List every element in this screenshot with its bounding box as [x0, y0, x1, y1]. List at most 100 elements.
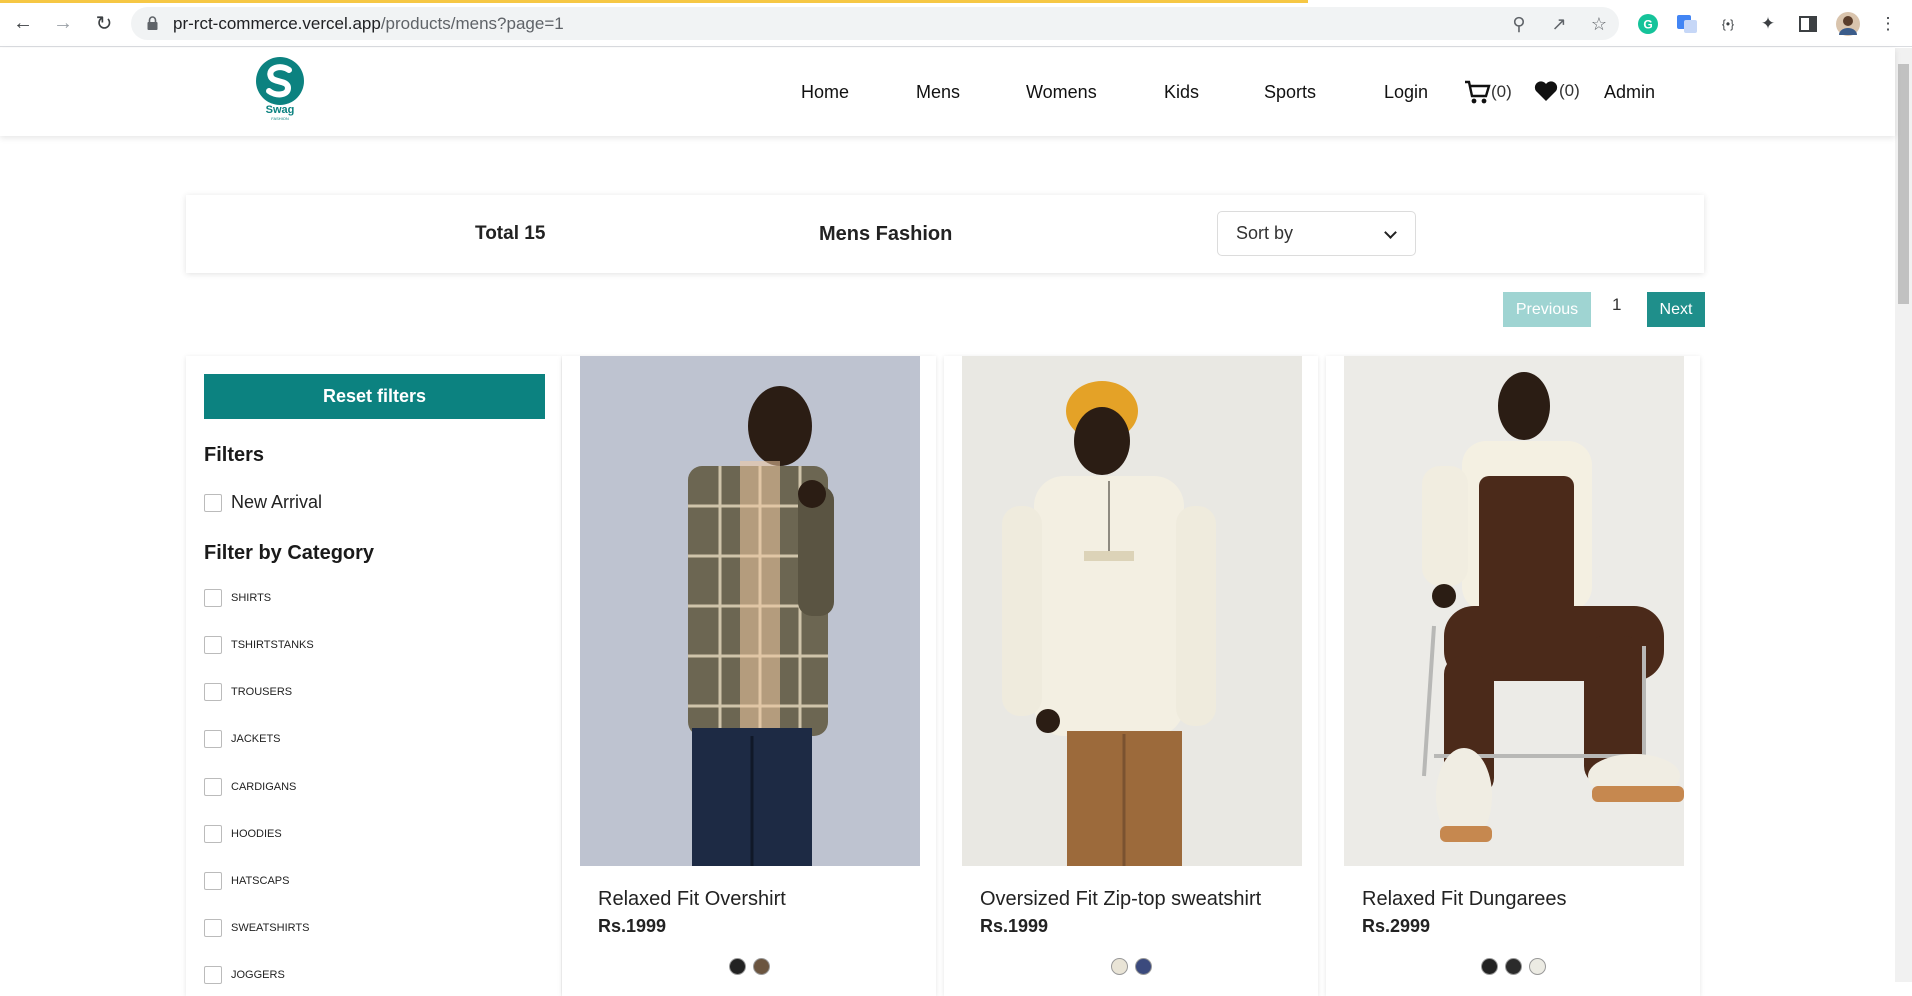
sort-select[interactable]: Sort by: [1217, 211, 1416, 256]
current-page-number: 1: [1612, 295, 1622, 314]
checkbox[interactable]: [204, 872, 222, 890]
browser-toolbar: ← → ↻ pr-rct-commerce.vercel.app/product…: [0, 0, 1912, 47]
address-bar[interactable]: pr-rct-commerce.vercel.app/products/mens…: [131, 7, 1619, 40]
color-swatch[interactable]: [1480, 958, 1498, 975]
color-swatch[interactable]: [1134, 958, 1152, 975]
scrollbar-thumb[interactable]: [1898, 64, 1909, 304]
nav-admin[interactable]: Admin: [1604, 82, 1655, 103]
color-swatch[interactable]: [728, 958, 746, 975]
cart-icon: [1465, 80, 1491, 104]
category-trousers[interactable]: TROUSERS: [204, 683, 292, 701]
bookmark-star-icon[interactable]: ☆: [1589, 14, 1609, 34]
product-price: Rs.1999: [598, 916, 667, 936]
nav-kids[interactable]: Kids: [1164, 82, 1199, 103]
page-title: Mens Fashion: [819, 223, 953, 245]
filters-heading: Filters: [204, 444, 265, 466]
url-path: /products/mens?page=1: [380, 14, 564, 33]
checkbox[interactable]: [204, 919, 222, 937]
checkbox[interactable]: [204, 825, 222, 843]
site-header: Swag FASHION Home Mens Womens Kids Sport…: [0, 48, 1895, 136]
checkbox[interactable]: [204, 730, 222, 748]
product-card[interactable]: Relaxed Fit Dungarees Rs.2999: [1326, 356, 1700, 996]
lock-icon: [147, 16, 158, 30]
category-sweatshirts[interactable]: SWEATSHIRTS: [204, 919, 309, 937]
product-price: Rs.2999: [1362, 916, 1431, 936]
category-hatscaps[interactable]: HATSCAPS: [204, 872, 289, 890]
category-hoodies[interactable]: HOODIES: [204, 825, 282, 843]
loading-bar: [0, 0, 1308, 3]
category-joggers[interactable]: JOGGERS: [204, 966, 285, 984]
sort-label: Sort by: [1236, 223, 1294, 243]
puzzle-extensions-icon[interactable]: ✦: [1756, 12, 1780, 36]
checkbox[interactable]: [204, 683, 222, 701]
category-shirts[interactable]: SHIRTS: [204, 589, 271, 607]
nav-sports[interactable]: Sports: [1264, 82, 1316, 103]
product-card[interactable]: Oversized Fit Zip-top sweatshirt Rs.1999: [944, 356, 1318, 996]
filter-new-arrival[interactable]: New Arrival: [204, 492, 322, 513]
product-image[interactable]: [580, 356, 920, 866]
reload-icon[interactable]: ↻: [91, 10, 117, 36]
category-heading: Filter by Category: [204, 542, 375, 564]
color-swatches: [562, 958, 936, 975]
product-image[interactable]: [962, 356, 1302, 866]
filter-label: New Arrival: [231, 492, 323, 512]
checkbox[interactable]: [204, 493, 222, 512]
category-label: HOODIES: [231, 828, 282, 840]
checkbox[interactable]: [204, 589, 222, 607]
product-image[interactable]: [1344, 356, 1684, 866]
nav-home[interactable]: Home: [801, 82, 849, 103]
main-nav: Home Mens Womens Kids Sports Login (0) (…: [0, 48, 1895, 136]
color-swatches: [1326, 958, 1700, 975]
profile-avatar[interactable]: [1836, 12, 1860, 36]
svg-text:G: G: [1643, 18, 1652, 32]
checkbox[interactable]: [204, 966, 222, 984]
category-label: CARDIGANS: [231, 781, 297, 793]
category-tshirtstanks[interactable]: TSHIRTSTANKS: [204, 636, 314, 654]
previous-page-button[interactable]: Previous: [1503, 292, 1591, 327]
heart-icon: [1534, 81, 1558, 101]
product-name[interactable]: Oversized Fit Zip-top sweatshirt: [980, 888, 1261, 911]
product-card[interactable]: Relaxed Fit Overshirt Rs.1999: [562, 356, 936, 996]
color-swatch[interactable]: [752, 958, 770, 975]
menu-kebab-icon[interactable]: ⋮: [1876, 12, 1900, 36]
share-icon[interactable]: ↗: [1549, 14, 1569, 34]
next-page-button[interactable]: Next: [1647, 292, 1705, 327]
cart-count: (0): [1491, 82, 1512, 101]
nav-womens[interactable]: Womens: [1026, 82, 1097, 103]
reset-filters-button[interactable]: Reset filters: [204, 374, 545, 419]
wishlist-link[interactable]: (0): [1533, 78, 1580, 104]
category-label: TSHIRTSTANKS: [231, 639, 314, 651]
category-label: SWEATSHIRTS: [231, 922, 310, 934]
filter-sidebar: Reset filters Filters New Arrival Filter…: [186, 356, 561, 996]
nav-mens[interactable]: Mens: [916, 82, 960, 103]
product-name[interactable]: Relaxed Fit Overshirt: [598, 888, 786, 911]
chevron-down-icon: [1384, 226, 1397, 239]
zoom-icon[interactable]: ⚲: [1509, 14, 1529, 34]
back-icon[interactable]: ←: [10, 10, 36, 36]
forward-icon[interactable]: →: [50, 10, 76, 36]
url-host: pr-rct-commerce.vercel.app: [173, 14, 381, 33]
grammarly-extension-icon[interactable]: G: [1636, 12, 1660, 36]
page-scrollbar[interactable]: [1895, 48, 1912, 982]
color-swatches: [944, 958, 1318, 975]
translate-extension-icon[interactable]: [1675, 12, 1699, 36]
nav-login[interactable]: Login: [1384, 82, 1428, 103]
category-cardigans[interactable]: CARDIGANS: [204, 778, 296, 796]
checkbox[interactable]: [204, 778, 222, 796]
listing-toolbar: Total 15 Mens Fashion Sort by: [186, 195, 1704, 273]
wishlist-count: (0): [1559, 81, 1580, 100]
side-panel-icon[interactable]: [1796, 12, 1820, 36]
cart-link[interactable]: (0): [1463, 78, 1512, 106]
category-label: HATSCAPS: [231, 875, 290, 887]
category-jackets[interactable]: JACKETS: [204, 730, 281, 748]
code-extension-icon[interactable]: {•}: [1716, 12, 1740, 36]
color-swatch[interactable]: [1528, 958, 1546, 975]
category-label: SHIRTS: [231, 592, 272, 604]
product-price: Rs.1999: [980, 916, 1049, 936]
url-text: pr-rct-commerce.vercel.app/products/mens…: [173, 14, 564, 34]
product-name[interactable]: Relaxed Fit Dungarees: [1362, 888, 1567, 911]
color-swatch[interactable]: [1504, 958, 1522, 975]
category-label: JACKETS: [231, 733, 281, 745]
checkbox[interactable]: [204, 636, 222, 654]
color-swatch[interactable]: [1110, 958, 1128, 975]
